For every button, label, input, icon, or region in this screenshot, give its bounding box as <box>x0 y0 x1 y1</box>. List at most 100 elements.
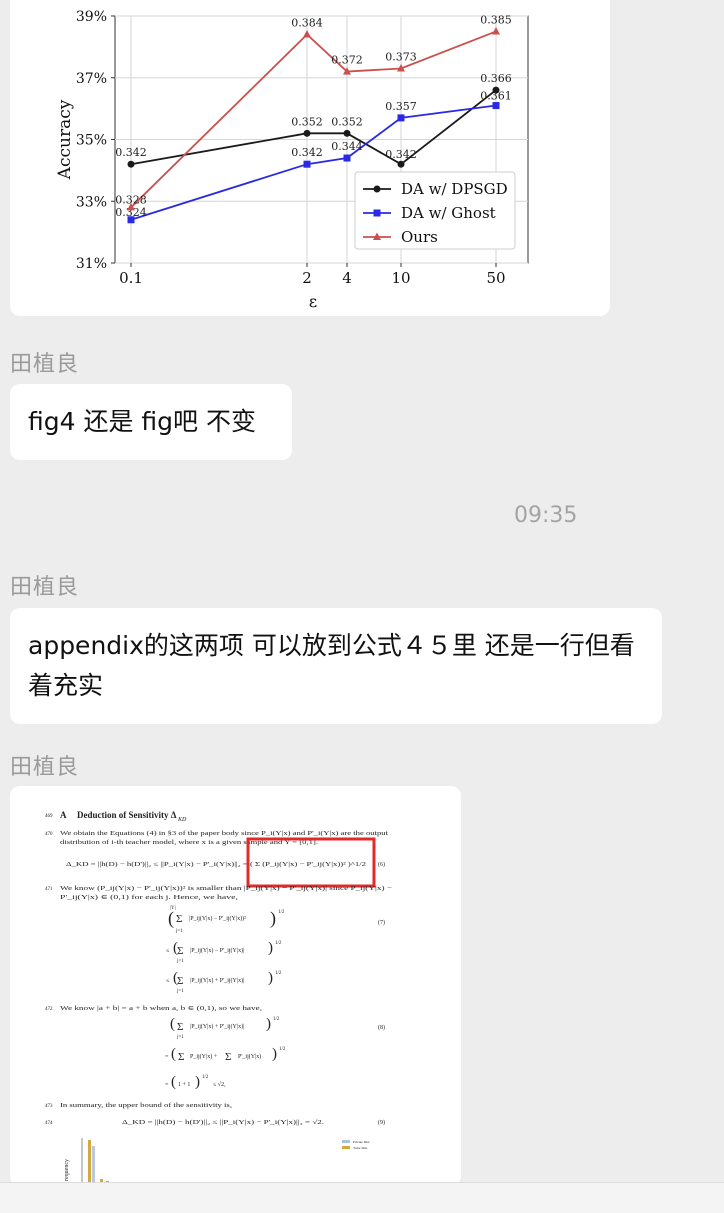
histogram-figure: requency Private Dist Tutor Dist <box>64 1138 370 1186</box>
paragraph: We know |a + b| = a + b when a, b ∈ (0,1… <box>60 1005 263 1012</box>
line-number: 469 <box>45 814 53 819</box>
svg-text:≤: ≤ <box>166 978 170 984</box>
svg-text:): ) <box>266 1016 271 1032</box>
document-image-message[interactable]: 469 470 471 472 473 474 A Deduction of S… <box>10 786 461 1186</box>
section-heading: Deduction of Sensitivity Δ <box>77 810 177 820</box>
data-label: 0.385 <box>480 13 512 26</box>
svg-text:j=1: j=1 <box>176 1035 184 1040</box>
equation: Δ_KD = ||h(D) − h(D')||₂ ≤ ||P_i(Y|x) − … <box>122 1119 325 1126</box>
data-label: 0.352 <box>331 115 363 128</box>
equation-number: (6) <box>378 861 385 868</box>
data-label: 0.342 <box>115 146 147 159</box>
line-number: 474 <box>45 1121 53 1126</box>
equation: Δ_KD = ||h(D) − h(D')||₂ ≤ ||P_i(Y|x) − … <box>66 861 366 868</box>
accuracy-line-chart: 31% 33% 35% 37% 39% 0.1 2 4 10 50 ε Accuracy 0.342 0.… <box>55 9 529 311</box>
input-bar[interactable] <box>0 1182 724 1213</box>
sender-name: 田植良 <box>10 575 80 600</box>
histogram-ylabel: requency <box>64 1159 70 1181</box>
message-bubble[interactable]: fig4 还是 fig吧 不变 <box>10 384 292 460</box>
svg-text:): ) <box>270 908 276 929</box>
line-number: 471 <box>45 887 53 892</box>
paragraph: In summary, the upper bound of the sensi… <box>60 1102 233 1109</box>
svg-text:1/2: 1/2 <box>275 971 282 976</box>
svg-text:j=1: j=1 <box>176 989 184 994</box>
svg-text:1/2: 1/2 <box>273 1017 280 1022</box>
equation-number: (9) <box>378 1119 385 1126</box>
section-number: A <box>60 810 67 820</box>
x-tick-label: 10 <box>391 269 410 287</box>
chart-image-message[interactable]: 31% 33% 35% 37% 39% 0.1 2 4 10 50 ε Accuracy 0.342 0.… <box>10 0 610 316</box>
y-tick-label: 33% <box>76 194 107 210</box>
equation-block-8: ( Σ |P_ij(Y|x) + P'_ij(Y|x)| ) 1/2 j=1 =… <box>165 1016 286 1090</box>
data-point <box>492 102 500 110</box>
y-tick-label: 35% <box>76 133 107 149</box>
svg-text:≤: ≤ <box>166 948 170 954</box>
x-tick-label: 0.1 <box>119 269 143 287</box>
svg-text:≤ √2,: ≤ √2, <box>213 1081 226 1088</box>
x-tick-label: 50 <box>486 269 505 287</box>
svg-text:|P_ij(Y|x) + P'_ij(Y|x)|: |P_ij(Y|x) + P'_ij(Y|x)| <box>190 1023 244 1030</box>
paragraph: P'_ij(Y|x) ∈ (0,1) for each j. Hence, we… <box>60 894 239 901</box>
appendix-page-image: 469 470 471 472 473 474 A Deduction of S… <box>45 810 393 1186</box>
data-label: 0.361 <box>480 90 512 103</box>
data-point <box>303 160 311 168</box>
svg-text:): ) <box>268 970 273 986</box>
svg-text:Σ: Σ <box>225 1051 231 1063</box>
svg-text:P_ij(Y|x) +: P_ij(Y|x) + <box>190 1053 218 1060</box>
svg-text:=: = <box>165 1054 169 1060</box>
svg-text:1/2: 1/2 <box>279 1047 286 1052</box>
data-label: 0.328 <box>115 193 147 206</box>
svg-text:=: = <box>165 1082 169 1088</box>
data-point <box>343 154 351 162</box>
line-number: 470 <box>45 832 53 837</box>
data-label: 0.372 <box>331 54 363 67</box>
line-number: 472 <box>45 1007 53 1012</box>
svg-text:): ) <box>268 940 273 956</box>
legend-label: DA w/ DPSGD <box>401 180 508 198</box>
svg-text:j=1: j=1 <box>175 929 183 934</box>
section-heading-sub: KD <box>177 817 187 823</box>
sender-name: 田植良 <box>10 755 80 780</box>
svg-text:(: ( <box>173 970 178 986</box>
y-axis-label: Accuracy <box>55 99 75 180</box>
legend-marker <box>373 209 381 217</box>
svg-text:j=1: j=1 <box>176 959 184 964</box>
x-tick-label: 4 <box>342 269 352 287</box>
x-tick-label: 2 <box>302 269 312 287</box>
data-point <box>492 26 500 35</box>
timestamp: 09:35 <box>514 503 578 528</box>
svg-text:Σ: Σ <box>178 1051 184 1063</box>
y-tick-label: 39% <box>76 9 107 25</box>
svg-text:): ) <box>272 1046 277 1062</box>
message-text: fig4 还是 fig吧 不变 <box>28 407 256 436</box>
equation-block-7: |Y| ( Σ |P_ij(Y|x) − P'_ij(Y|x))² ) 1/2 … <box>166 906 285 994</box>
equation-number: (7) <box>378 919 385 926</box>
data-label: 0.357 <box>385 100 417 113</box>
sender-name: 田植良 <box>10 352 80 377</box>
svg-text:1/2: 1/2 <box>278 910 285 915</box>
svg-text:(: ( <box>170 1016 175 1032</box>
histogram-legend: Tutor Dist <box>353 1146 367 1150</box>
y-tick-label: 31% <box>76 256 107 272</box>
data-label: 0.373 <box>385 50 417 63</box>
svg-text:): ) <box>195 1074 200 1090</box>
svg-text:(: ( <box>171 1074 176 1090</box>
svg-text:|P_ij(Y|x) − P'_ij(Y|x))²: |P_ij(Y|x) − P'_ij(Y|x))² <box>189 915 246 922</box>
equation-number: (8) <box>378 1024 385 1031</box>
data-label: 0.384 <box>291 17 323 30</box>
svg-text:P'_ij(Y|x): P'_ij(Y|x) <box>238 1053 261 1060</box>
svg-text:|P_ij(Y|x) − P'_ij(Y|x)|: |P_ij(Y|x) − P'_ij(Y|x)| <box>190 947 244 954</box>
svg-text:1 + 1: 1 + 1 <box>178 1082 190 1088</box>
svg-text:1/2: 1/2 <box>275 941 282 946</box>
data-point <box>397 114 405 122</box>
data-point <box>343 129 351 137</box>
data-label: 0.366 <box>480 72 512 85</box>
message-bubble[interactable]: appendix的这两项 可以放到公式４５里 还是一行但看着充实 <box>10 608 662 724</box>
data-label: 0.352 <box>291 115 323 128</box>
line-number: 473 <box>45 1104 53 1109</box>
data-point <box>397 160 405 168</box>
data-label: 0.342 <box>291 146 323 159</box>
svg-text:1/2: 1/2 <box>202 1075 209 1080</box>
message-text: appendix的这两项 可以放到公式４５里 还是一行但看着充实 <box>28 631 635 700</box>
legend-label: Ours <box>401 228 438 246</box>
